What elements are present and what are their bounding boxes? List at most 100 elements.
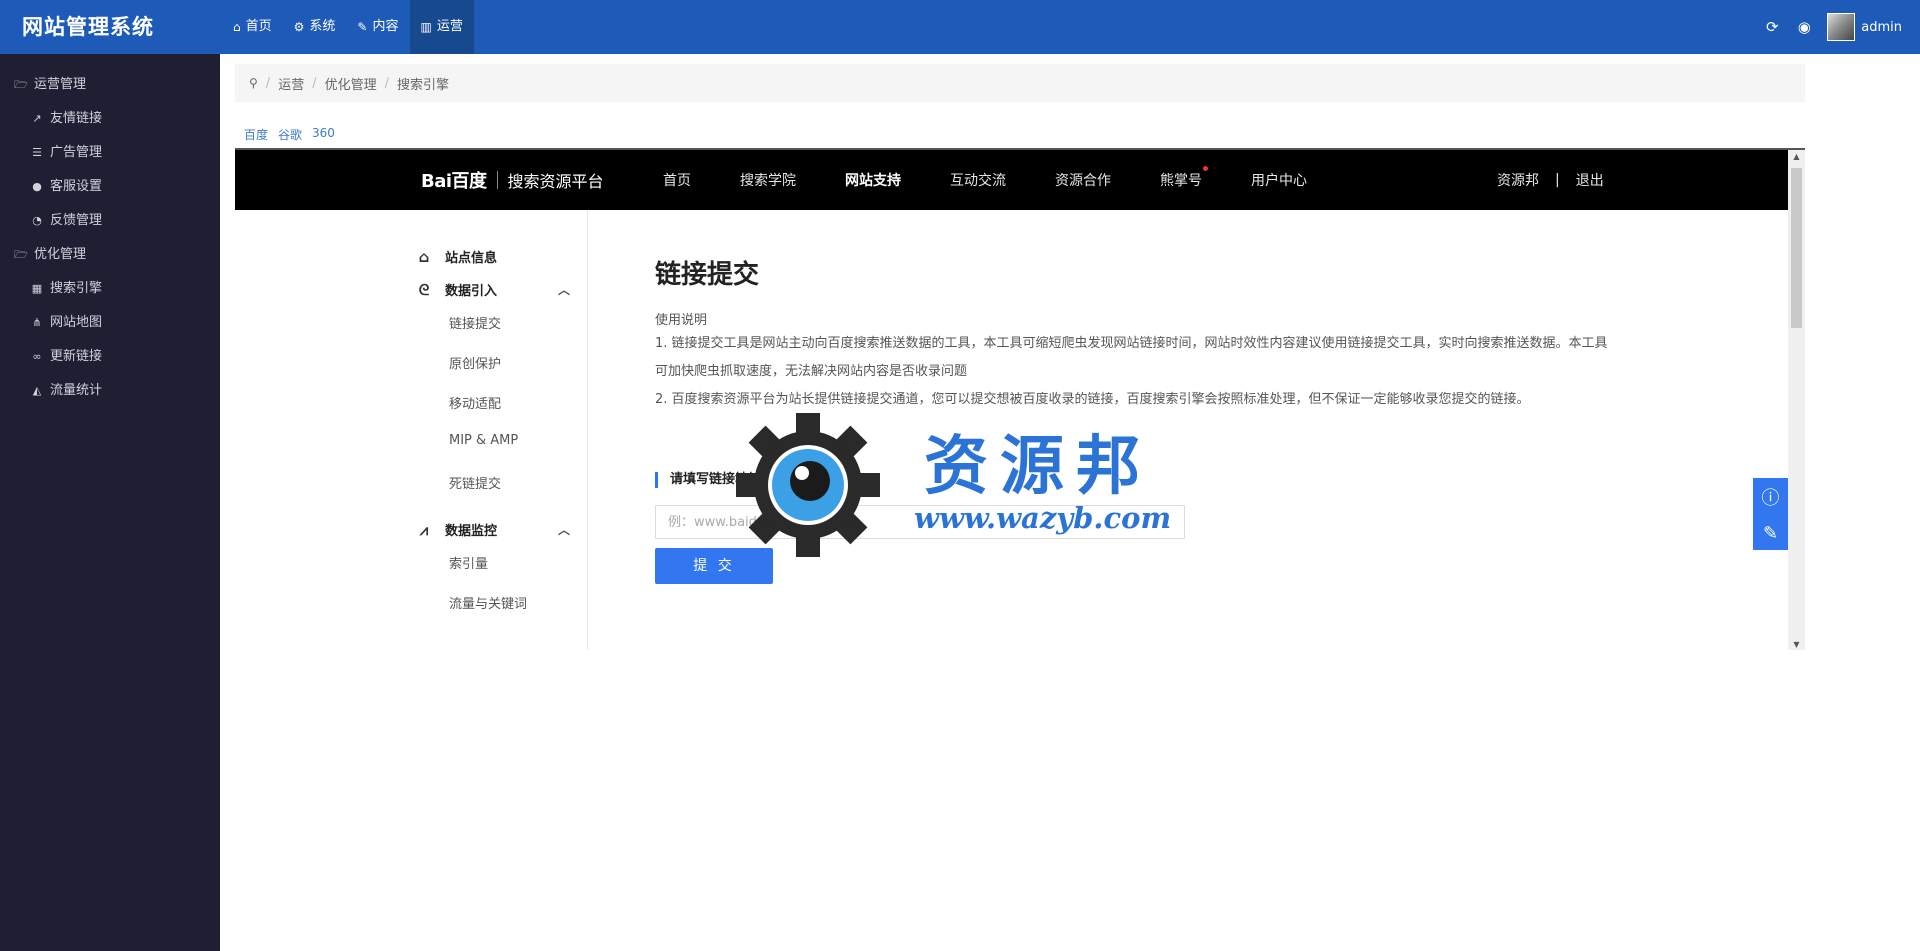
baidu-nav: Bai百度 搜索资源平台 首页 搜索学院 网站支持 互动交流 资源合作 熊掌号 … [235, 150, 1788, 210]
refresh-icon[interactable]: ⟳ [1763, 18, 1781, 36]
topnav-operation[interactable]: ▥ 运营 [409, 0, 474, 54]
sidebar-item-label: 更新链接 [50, 349, 103, 364]
help-question-icon[interactable]: ⓘ [1762, 484, 1780, 510]
topnav-home[interactable]: ⌂ 首页 [222, 0, 283, 54]
topnav-system[interactable]: ⚙ 系统 [283, 0, 347, 54]
side-item-original[interactable]: 原创保护 [449, 353, 501, 372]
topnav-content[interactable]: ✎ 内容 [346, 0, 409, 54]
baidu-user-name[interactable]: 资源邦 [1497, 170, 1539, 190]
sidebar-item-search-engine[interactable]: ▦ 搜索引擎 [0, 272, 220, 306]
sidebar-item-friend-links[interactable]: ↗ 友情链接 [0, 102, 220, 136]
iframe-scrollbar[interactable]: ▲ ▼ [1788, 150, 1805, 650]
feedback-edit-icon[interactable]: ✎ [1763, 523, 1778, 544]
usage-paragraph-1: 1. 链接提交工具是网站主动向百度搜索推送数据的工具，本工具可缩短爬虫发现网站链… [655, 336, 1608, 379]
sidebar-item-label: 友情链接 [50, 111, 103, 126]
breadcrumb-item[interactable]: 运营 [278, 74, 304, 93]
sidebar-item-feedback[interactable]: ◔ 反馈管理 [0, 204, 220, 238]
sitemap-icon: ⋔ [32, 316, 42, 329]
side-item-mip[interactable]: MIP & AMP [449, 433, 518, 448]
edit-icon: ✎ [357, 20, 368, 34]
sidebar-group-operation[interactable]: 🗁 运营管理 [0, 68, 220, 102]
sidebar-group-label: 优化管理 [34, 247, 87, 262]
home-icon: ⌂ [233, 20, 241, 34]
user-name: admin [1861, 19, 1902, 35]
side-item-index[interactable]: 索引量 [449, 553, 488, 572]
baidu-logo-mark: Bai百度 [421, 171, 487, 192]
breadcrumb: ⚲ / 运营 / 优化管理 / 搜索引擎 [235, 64, 1805, 102]
chevron-up-icon: ︿ [558, 523, 571, 537]
sidebar-item-sitemap[interactable]: ⋔ 网站地图 [0, 306, 220, 340]
sidebar-item-service[interactable]: ● 客服设置 [0, 170, 220, 204]
page-title: 链接提交 [655, 260, 760, 290]
link-icon: ∞ [32, 350, 42, 363]
cogs-icon: ⚙ [293, 20, 305, 34]
side-data-import[interactable]: ᘓ 数据引入 ︿ [415, 280, 570, 300]
sidebar-item-label: 客服设置 [50, 179, 103, 194]
top-nav: ⌂ 首页 ⚙ 系统 ✎ 内容 ▥ 运营 [222, 0, 474, 54]
sidebar-group-label: 运营管理 [34, 77, 87, 92]
baidu-nav-home[interactable]: 首页 [663, 170, 691, 190]
map-icon: ▦ [31, 282, 43, 295]
app-title[interactable]: 网站管理系统 [22, 0, 154, 54]
logout-link[interactable]: 退出 [1576, 170, 1604, 190]
sidebar-item-update-links[interactable]: ∞ 更新链接 [0, 340, 220, 374]
submit-button[interactable]: 提 交 [655, 548, 773, 584]
side-data-monitor[interactable]: ⩘ 数据监控 ︿ [415, 520, 570, 540]
folder-open-icon: 🗁 [14, 248, 28, 261]
baidu-logo[interactable]: Bai百度 搜索资源平台 [421, 150, 604, 210]
baidu-nav-interaction[interactable]: 互动交流 [950, 170, 1006, 190]
tab-baidu[interactable]: 百度 [244, 126, 268, 143]
side-site-info[interactable]: ⌂ 站点信息 [415, 247, 498, 267]
topnav-home-label: 首页 [245, 19, 272, 34]
side-data-monitor-label: 数据监控 [445, 524, 498, 539]
usage-paragraph-2: 2. 百度搜索资源平台为站长提供链接提交通道，您可以提交想被百度收录的链接，百度… [655, 392, 1530, 407]
baidu-nav-user-center[interactable]: 用户中心 [1251, 170, 1307, 190]
map-marker-icon: ⚲ [249, 76, 258, 90]
tab-360[interactable]: 360 [312, 126, 335, 143]
chevron-up-icon: ︿ [558, 283, 571, 297]
sidebar-item-label: 搜索引擎 [50, 281, 103, 296]
comments-icon: ● [32, 180, 42, 193]
monitor-chart-icon: ⩘ [419, 520, 429, 539]
usage-title: 使用说明 [655, 313, 708, 328]
top-bar: 网站管理系统 ⌂ 首页 ⚙ 系统 ✎ 内容 ▥ 运营 ⟳ ◉ admin [0, 0, 1920, 54]
side-site-info-label: 站点信息 [445, 251, 498, 266]
side-item-deadlink[interactable]: 死链提交 [449, 473, 501, 492]
external-link-icon: ↗ [32, 112, 42, 125]
baidu-nav-xiongzhang[interactable]: 熊掌号 [1160, 166, 1208, 190]
tab-google[interactable]: 谷歌 [278, 126, 302, 143]
sidebar-item-label: 反馈管理 [50, 213, 103, 228]
side-item-traffic-keywords[interactable]: 流量与关键词 [449, 593, 527, 612]
input-label: 请填写链接地址 [655, 472, 761, 488]
engine-tabs: 百度 谷歌 360 [244, 126, 335, 143]
sidebar-item-label: 广告管理 [50, 145, 103, 160]
link-url-input[interactable] [655, 505, 1185, 539]
scroll-up-arrow-icon[interactable]: ▲ [1788, 150, 1805, 164]
side-item-mobile[interactable]: 移动适配 [449, 393, 501, 412]
scroll-down-arrow-icon[interactable]: ▼ [1788, 638, 1805, 650]
sidebar: 🗁 运营管理 ↗ 友情链接 ☰ 广告管理 ● 客服设置 ◔ 反馈管理 🗁 优化管… [0, 54, 220, 951]
floating-help-panel: ⓘ ✎ [1753, 478, 1788, 550]
baidu-nav-site-support[interactable]: 网站支持 [845, 170, 901, 190]
globe-icon[interactable]: ◉ [1795, 18, 1813, 36]
bar-chart-icon: ▥ [420, 20, 432, 34]
baidu-nav-academy[interactable]: 搜索学院 [740, 170, 796, 190]
sidebar-item-traffic[interactable]: ◭ 流量统计 [0, 374, 220, 408]
top-right-tools: ⟳ ◉ admin [1763, 0, 1902, 54]
baidu-nav-xiongzhang-label: 熊掌号 [1160, 173, 1202, 189]
user-menu[interactable]: admin [1827, 13, 1902, 41]
scrollbar-thumb[interactable] [1791, 168, 1802, 328]
sidebar-group-optimization[interactable]: 🗁 优化管理 [0, 238, 220, 272]
topnav-operation-label: 运营 [436, 19, 463, 34]
folder-open-icon: 🗁 [14, 78, 28, 91]
breadcrumb-item[interactable]: 优化管理 [325, 74, 377, 93]
sliders-icon: ☰ [32, 146, 42, 159]
baidu-nav-cooperation[interactable]: 资源合作 [1055, 170, 1111, 190]
avatar [1827, 13, 1856, 41]
data-import-icon: ᘓ [418, 280, 430, 299]
baidu-nav-links: 首页 搜索学院 网站支持 互动交流 资源合作 熊掌号 用户中心 [663, 150, 1356, 210]
notification-dot [1203, 166, 1208, 171]
side-item-link-submit[interactable]: 链接提交 [449, 313, 501, 332]
platform-name: 搜索资源平台 [507, 172, 604, 191]
sidebar-item-ads[interactable]: ☰ 广告管理 [0, 136, 220, 170]
